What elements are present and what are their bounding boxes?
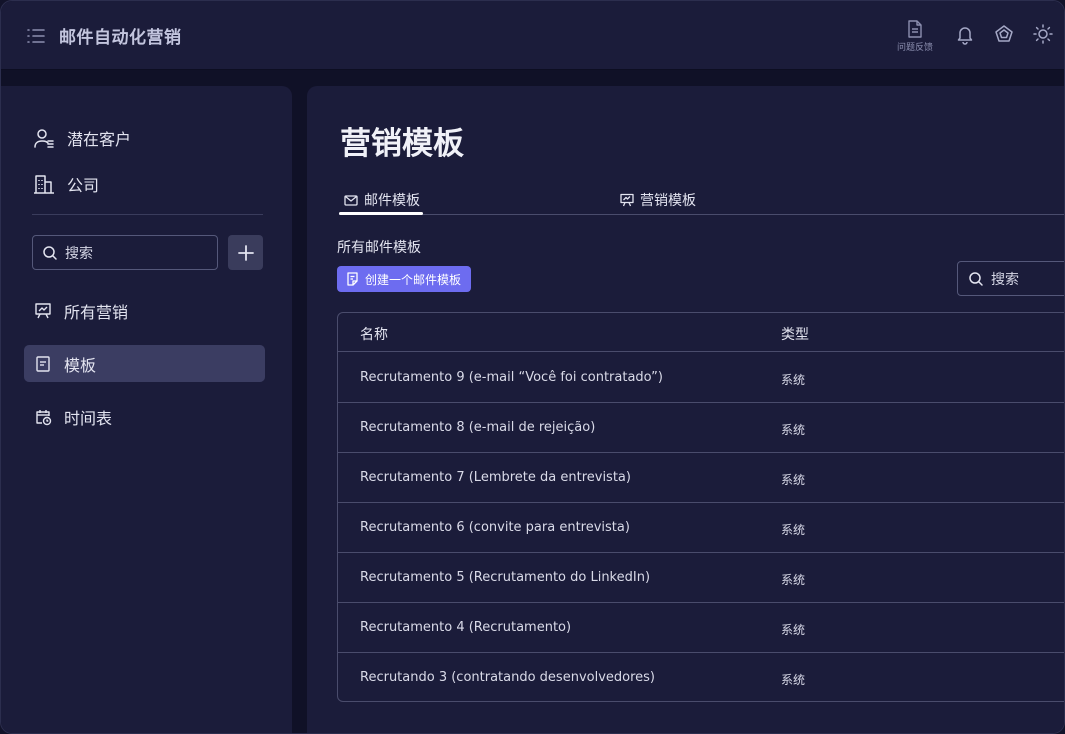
sidebar-item-schedule[interactable]: 时间表	[24, 398, 265, 435]
template-name: Recrutamento 7 (Lembrete da entrevista)	[360, 470, 631, 485]
sidebar-divider	[32, 214, 263, 215]
tab-campaign-templates[interactable]: 营销模板	[620, 189, 696, 211]
sidebar-item-templates[interactable]: 模板	[24, 345, 265, 382]
menu-icon[interactable]	[25, 25, 47, 47]
presentation-icon	[620, 193, 634, 207]
building-icon	[33, 173, 55, 195]
top-bar: 邮件自动化营销 问题反馈	[1, 1, 1064, 70]
document-icon	[346, 272, 359, 286]
feedback-label: 问题反馈	[896, 43, 933, 53]
template-name: Recrutamento 6 (convite para entrevista)	[360, 520, 630, 535]
tab-label: 邮件模板	[364, 193, 420, 209]
template-type: 系统	[781, 523, 806, 537]
main-panel: 营销模板 邮件模板 营销模板 所有邮件模板 创建一个邮件模板 搜索 名称 类型 …	[307, 86, 1064, 733]
template-name: Recrutamento 4 (Recrutamento)	[360, 620, 572, 635]
sidebar-item-label: 时间表	[64, 408, 113, 428]
table-header: 名称 类型	[338, 313, 1064, 352]
template-type: 系统	[781, 473, 806, 487]
tab-label: 营销模板	[640, 193, 696, 209]
templates-table: 名称 类型 Recrutamento 9 (e-mail “Você foi c…	[337, 312, 1064, 702]
table-row[interactable]: Recrutamento 4 (Recrutamento) 系统	[338, 603, 1064, 653]
search-placeholder: 搜索	[991, 271, 1019, 288]
app-title: 邮件自动化营销	[59, 28, 182, 48]
template-name: Recrutando 3 (contratando desenvolvedore…	[360, 670, 656, 685]
template-type: 系统	[781, 373, 806, 387]
table-row[interactable]: Recrutamento 8 (e-mail de rejeição) 系统	[338, 403, 1064, 453]
search-icon	[968, 271, 984, 287]
table-row[interactable]: Recrutamento 6 (convite para entrevista)…	[338, 503, 1064, 553]
mail-icon	[344, 193, 358, 207]
template-type: 系统	[781, 573, 806, 587]
plus-icon	[237, 244, 255, 262]
bell-icon[interactable]	[954, 23, 976, 45]
template-type: 系统	[781, 423, 806, 437]
column-header-type[interactable]: 类型	[781, 324, 809, 344]
sidebar-item-label: 潜在客户	[67, 130, 132, 149]
create-email-template-button[interactable]: 创建一个邮件模板	[337, 266, 472, 292]
app-window: 邮件自动化营销 问题反馈 潜在客户 公司 搜索 所有营销 模板 时间表 营销模板…	[0, 0, 1065, 734]
tab-email-templates[interactable]: 邮件模板	[344, 189, 420, 211]
table-row[interactable]: Recrutando 3 (contratando desenvolvedore…	[338, 653, 1064, 701]
presentation-icon	[34, 302, 52, 320]
pentagon-icon[interactable]	[993, 23, 1015, 45]
document-icon	[893, 19, 937, 39]
feedback-button[interactable]: 问题反馈	[893, 19, 937, 53]
template-type: 系统	[781, 623, 806, 637]
template-name: Recrutamento 8 (e-mail de rejeição)	[360, 420, 596, 435]
document-icon	[34, 355, 52, 373]
sidebar-search-input[interactable]: 搜索	[32, 235, 218, 270]
column-header-name[interactable]: 名称	[360, 324, 388, 344]
template-type: 系统	[781, 673, 806, 687]
table-row[interactable]: Recrutamento 5 (Recrutamento do LinkedIn…	[338, 553, 1064, 603]
template-name: Recrutamento 5 (Recrutamento do LinkedIn…	[360, 570, 651, 585]
add-button[interactable]	[228, 235, 263, 270]
sidebar-item-label: 所有营销	[64, 302, 129, 322]
template-name: Recrutamento 9 (e-mail “Você foi contrat…	[360, 370, 663, 385]
active-tab-indicator	[339, 212, 423, 215]
sidebar-item-leads[interactable]: 潜在客户	[33, 126, 131, 150]
section-title: 所有邮件模板	[337, 240, 421, 256]
sidebar-item-label: 公司	[67, 176, 100, 195]
table-row[interactable]: Recrutamento 9 (e-mail “Você foi contrat…	[338, 353, 1064, 403]
page-title: 营销模板	[340, 126, 464, 162]
sidebar: 潜在客户 公司 搜索 所有营销 模板 时间表	[1, 86, 292, 733]
calendar-clock-icon	[34, 408, 52, 426]
sidebar-item-all-campaigns[interactable]: 所有营销	[24, 292, 265, 329]
sidebar-item-companies[interactable]: 公司	[33, 172, 99, 196]
search-placeholder: 搜索	[65, 245, 93, 262]
tab-bar: 邮件模板 营销模板	[339, 189, 1064, 215]
sun-icon[interactable]	[1032, 23, 1054, 45]
table-row[interactable]: Recrutamento 7 (Lembrete da entrevista) …	[338, 453, 1064, 503]
template-search-input[interactable]: 搜索	[957, 261, 1064, 296]
sidebar-item-label: 模板	[64, 355, 97, 375]
create-button-label: 创建一个邮件模板	[365, 272, 462, 287]
search-icon	[42, 245, 58, 261]
user-list-icon	[33, 127, 55, 149]
